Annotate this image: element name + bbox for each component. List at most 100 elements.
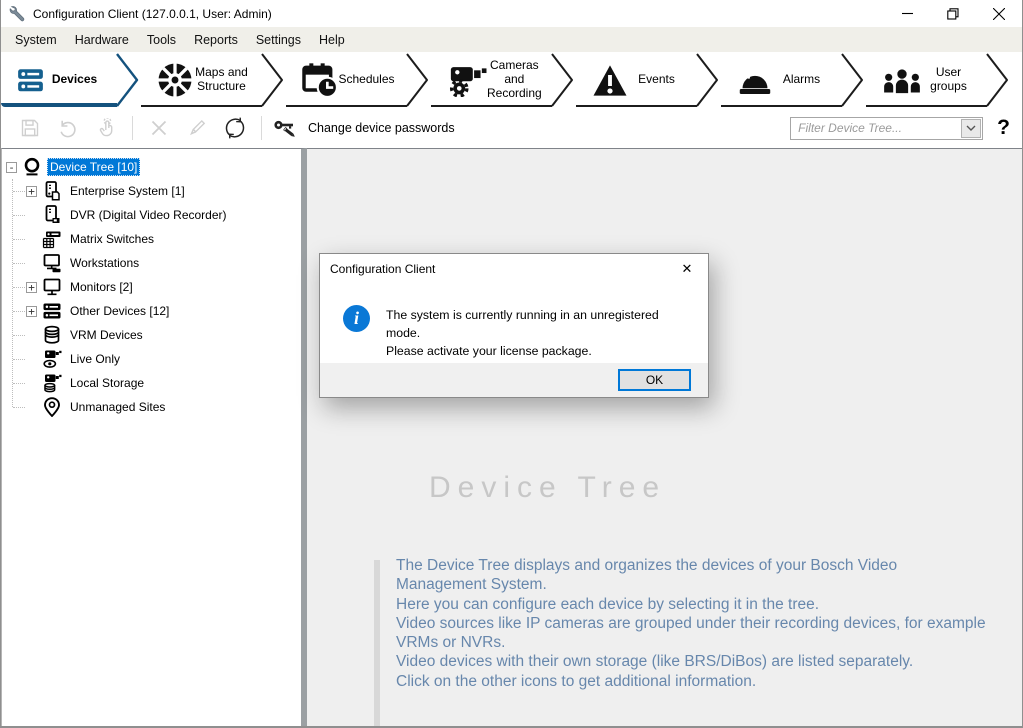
tree-item-other-devices[interactable]: + Other Devices [12]	[2, 299, 301, 323]
dialog-footer: OK	[320, 363, 708, 397]
menu-reports[interactable]: Reports	[185, 29, 247, 51]
tab-chevron-icon	[985, 52, 1009, 108]
tree-item-monitors[interactable]: + Monitors [2]	[2, 275, 301, 299]
ok-button[interactable]: OK	[618, 369, 691, 391]
tree-item-live-only[interactable]: Live Only	[2, 347, 301, 371]
delete-button[interactable]	[147, 116, 171, 140]
tab-underline	[721, 105, 842, 108]
tab-schedules[interactable]: Schedules	[286, 52, 431, 108]
menu-help[interactable]: Help	[310, 29, 354, 51]
tab-user-groups[interactable]: User groups	[866, 52, 1011, 108]
tab-underline	[286, 105, 407, 108]
menu-tools[interactable]: Tools	[138, 29, 185, 51]
tab-user-groups-label: User groups	[922, 66, 981, 94]
save-icon	[20, 118, 40, 138]
tree-item-label[interactable]: Live Only	[67, 350, 123, 368]
tab-chevron-icon	[840, 52, 864, 108]
live-only-icon	[42, 349, 62, 369]
tree-item-enterprise-system[interactable]: + Enterprise System [1]	[2, 179, 301, 203]
minimize-button[interactable]	[884, 0, 930, 27]
help-button[interactable]: ?	[997, 116, 1010, 140]
tab-cameras-and-recording[interactable]: Cameras and Recording	[431, 52, 576, 108]
tab-events[interactable]: Events	[576, 52, 721, 108]
tab-underline	[141, 105, 262, 108]
workstations-icon	[42, 253, 62, 273]
maps-structure-icon	[157, 62, 193, 98]
menu-system[interactable]: System	[6, 29, 66, 51]
tree-item-label[interactable]: Other Devices [12]	[67, 302, 172, 320]
expand-expander[interactable]: +	[26, 282, 37, 293]
collapse-expander[interactable]: -	[6, 162, 17, 173]
activate-button[interactable]	[94, 116, 118, 140]
hand-press-icon	[96, 118, 116, 138]
toolbar-separator	[132, 116, 133, 140]
undo-button[interactable]	[56, 116, 80, 140]
tree-item-label[interactable]: Workstations	[67, 254, 142, 272]
tree-item-matrix-switches[interactable]: Matrix Switches	[2, 227, 301, 251]
tree-item-label[interactable]: Device Tree [10]	[47, 158, 140, 176]
menu-hardware[interactable]: Hardware	[66, 29, 138, 51]
tree-item-label[interactable]: Matrix Switches	[67, 230, 157, 248]
tab-maps-and-structure[interactable]: Maps and Structure	[141, 52, 286, 108]
close-button[interactable]	[976, 0, 1022, 27]
menu-bar: System Hardware Tools Reports Settings H…	[1, 27, 1022, 52]
tree-item-workstations[interactable]: Workstations	[2, 251, 301, 275]
description-line: Click on the other icons to get addition…	[396, 672, 988, 691]
tree-item-device-tree[interactable]: - Device Tree [10]	[2, 155, 301, 179]
chevron-down-icon	[966, 125, 976, 131]
undo-icon	[58, 118, 78, 138]
app-wrench-icon	[9, 5, 26, 22]
tree-item-label[interactable]: VRM Devices	[67, 326, 146, 344]
tree-item-label[interactable]: Local Storage	[67, 374, 147, 392]
page-tab-bar: Devices Maps and Structure	[1, 52, 1022, 108]
change-device-passwords-button[interactable]: Change device passwords	[273, 118, 455, 139]
tab-chevron-icon	[550, 52, 574, 108]
window-controls	[884, 0, 1022, 27]
filter-device-tree-box	[790, 117, 983, 140]
restore-button[interactable]	[930, 0, 976, 27]
tree-item-unmanaged-sites[interactable]: Unmanaged Sites	[2, 395, 301, 419]
tree-item-label[interactable]: Enterprise System [1]	[67, 182, 188, 200]
app-window: Configuration Client (127.0.0.1, User: A…	[0, 0, 1023, 728]
local-storage-icon	[42, 373, 62, 393]
tree-item-dvr[interactable]: DVR (Digital Video Recorder)	[2, 203, 301, 227]
tab-underline	[431, 105, 552, 108]
save-button[interactable]	[18, 116, 42, 140]
filter-device-tree-input[interactable]	[792, 119, 961, 138]
tab-alarms[interactable]: Alarms	[721, 52, 866, 108]
tab-devices[interactable]: Devices	[1, 52, 141, 108]
key-pencil-icon	[273, 118, 299, 139]
tree-item-label[interactable]: Monitors [2]	[67, 278, 136, 296]
dvr-icon	[42, 205, 62, 225]
menu-settings[interactable]: Settings	[247, 29, 310, 51]
tab-chevron-icon	[260, 52, 284, 108]
filter-dropdown-button[interactable]	[961, 119, 981, 138]
content-area: - Device Tree [10] + Enterprise System […	[1, 148, 1022, 726]
dialog-message-line: Please activate your license package.	[386, 342, 694, 360]
toolbar-separator	[261, 116, 262, 140]
vrm-devices-icon	[42, 325, 62, 345]
dialog-close-button[interactable]: ✕	[666, 254, 708, 284]
refresh-button[interactable]	[223, 116, 247, 140]
tree-item-label[interactable]: DVR (Digital Video Recorder)	[67, 206, 230, 224]
alarms-icon	[737, 64, 773, 96]
expand-expander[interactable]: +	[26, 186, 37, 197]
tab-underline	[866, 105, 987, 108]
device-tree-panel: - Device Tree [10] + Enterprise System […	[1, 148, 307, 726]
pencil-icon	[187, 118, 207, 138]
page-title: Device Tree	[429, 471, 666, 505]
description-line: Video sources like IP cameras are groupe…	[396, 614, 988, 653]
change-device-passwords-label: Change device passwords	[308, 121, 455, 135]
edit-button[interactable]	[185, 116, 209, 140]
paragraph-accent-bar	[374, 560, 380, 728]
tab-alarms-label: Alarms	[773, 73, 836, 87]
tree-item-vrm-devices[interactable]: VRM Devices	[2, 323, 301, 347]
tab-chevron-icon	[405, 52, 429, 108]
tree-item-local-storage[interactable]: Local Storage	[2, 371, 301, 395]
description-line: Here you can configure each device by se…	[396, 595, 988, 614]
license-warning-dialog: Configuration Client ✕ i The system is c…	[319, 253, 709, 398]
tab-chevron-icon	[695, 52, 719, 108]
description-line: The Device Tree displays and organizes t…	[396, 556, 988, 595]
tree-item-label[interactable]: Unmanaged Sites	[67, 398, 168, 416]
expand-expander[interactable]: +	[26, 306, 37, 317]
